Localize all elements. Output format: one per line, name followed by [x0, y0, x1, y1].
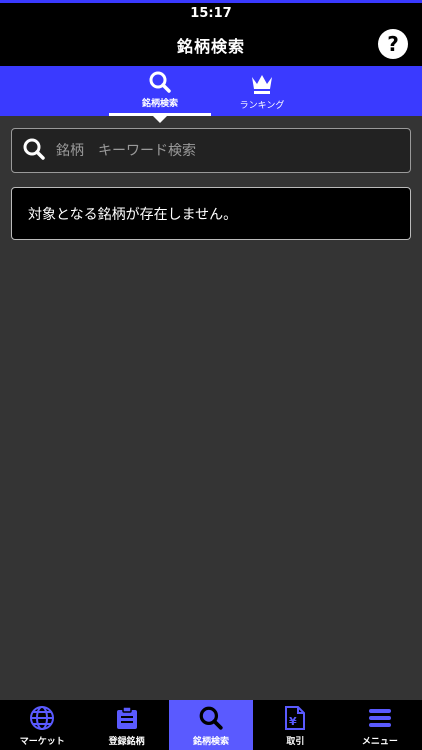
search-icon: [198, 704, 224, 732]
tab-label: ランキング: [239, 100, 285, 111]
tab-stock-search[interactable]: 銘柄検索: [109, 66, 211, 116]
nav-market[interactable]: マーケット: [0, 700, 84, 750]
empty-result-message: 対象となる銘柄が存在しません。: [11, 187, 411, 240]
search-box: [11, 128, 411, 173]
help-icon: ?: [387, 32, 399, 56]
status-time: 15:17: [190, 5, 232, 21]
help-button[interactable]: ?: [378, 29, 408, 59]
nav-label: 銘柄検索: [193, 736, 230, 747]
clipboard-icon: [114, 704, 140, 732]
status-bar: 15:17: [0, 3, 422, 23]
app-header: 銘柄検索 ?: [0, 23, 422, 66]
message-text: 対象となる銘柄が存在しません。: [28, 206, 238, 223]
tab-ranking[interactable]: ランキング: [211, 66, 313, 116]
page-title: 銘柄検索: [176, 36, 245, 56]
yen-document-icon: ¥: [283, 704, 307, 732]
nav-label: 取引: [286, 736, 305, 747]
globe-icon: [29, 704, 55, 732]
tab-bar: 銘柄検索 ランキング: [0, 66, 422, 116]
menu-icon: [367, 704, 393, 732]
nav-menu[interactable]: メニュー: [338, 700, 422, 750]
search-icon: [148, 70, 172, 94]
nav-label: マーケット: [19, 736, 65, 747]
bottom-nav: マーケット 登録銘柄 銘柄検索 ¥ 取引 メニュー: [0, 700, 422, 750]
search-input[interactable]: [56, 142, 386, 159]
nav-stock-search[interactable]: 銘柄検索: [168, 700, 254, 750]
tab-label: 銘柄検索: [141, 99, 178, 109]
nav-trade[interactable]: ¥ 取引: [253, 700, 337, 750]
nav-watchlist[interactable]: 登録銘柄: [84, 700, 168, 750]
nav-label: 登録銘柄: [108, 736, 145, 747]
search-icon: [22, 137, 46, 165]
crown-icon: [250, 72, 274, 96]
svg-text:¥: ¥: [289, 715, 297, 728]
nav-label: メニュー: [361, 736, 398, 747]
active-tab-indicator: [153, 116, 167, 123]
